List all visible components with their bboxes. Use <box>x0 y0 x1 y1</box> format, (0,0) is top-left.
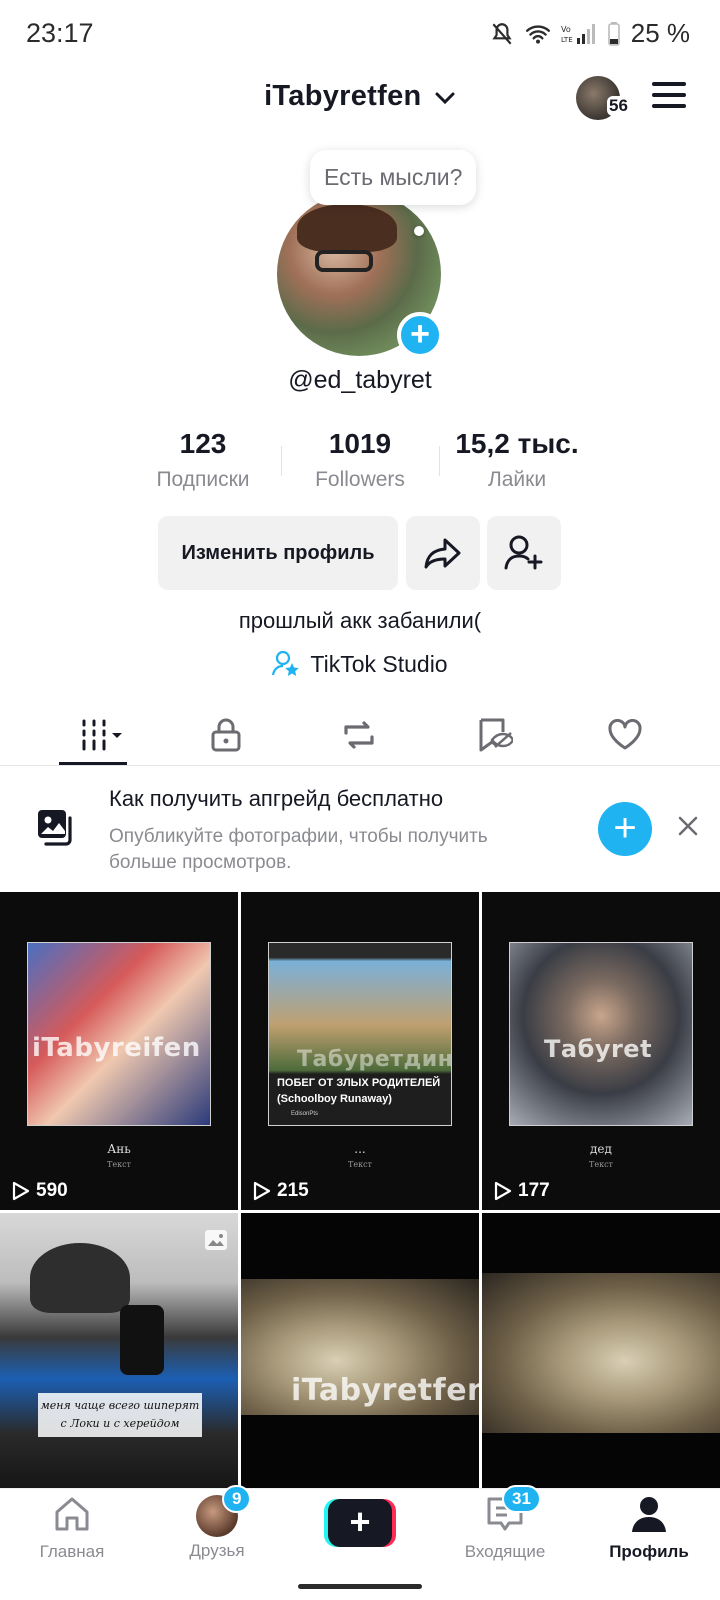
upload-photos-button[interactable]: + <box>598 802 652 856</box>
view-count: 215 <box>253 1180 309 1202</box>
svg-text:Vo: Vo <box>561 25 571 34</box>
heart-icon <box>608 719 642 750</box>
home-indicator <box>298 1584 422 1589</box>
photo-carousel-icon <box>204 1229 228 1256</box>
photo-caption: меня чаще всего шиперят <box>40 1399 200 1412</box>
nav-profile[interactable]: Профиль <box>589 1495 709 1562</box>
studio-icon <box>272 650 300 682</box>
stat-followers[interactable]: 1019 Followers <box>280 428 440 492</box>
wifi-icon <box>525 22 551 46</box>
add-friend-button[interactable] <box>487 516 561 590</box>
play-icon <box>494 1181 512 1201</box>
grid-icon <box>82 719 122 751</box>
video-thumbnail[interactable]: iTabyreifen Ань Текст 590 <box>0 892 238 1210</box>
video-thumbnail[interactable]: iTabyretfen <box>241 1213 479 1489</box>
status-bar: 23:17 Vo LTE 25 % <box>0 0 720 70</box>
menu-icon[interactable] <box>652 82 686 108</box>
photo-thumbnail[interactable]: меня чаще всего шиперят с Локи и с херей… <box>0 1213 238 1489</box>
svg-text:LTE: LTE <box>561 36 573 44</box>
create-button[interactable]: + <box>324 1499 396 1547</box>
banner-subtitle: Опубликуйте фотографии, чтобы получить б… <box>109 826 488 873</box>
tab-reposts[interactable] <box>329 712 389 758</box>
profile-tabs <box>0 702 720 766</box>
battery-icon <box>607 21 621 46</box>
tiktok-studio-link[interactable]: TikTok Studio <box>0 650 720 682</box>
close-icon[interactable] <box>676 814 700 838</box>
lock-icon <box>211 718 241 752</box>
edit-profile-button[interactable]: Изменить профиль <box>158 516 398 590</box>
username-title: iTabyretfen <box>264 80 422 112</box>
nav-home[interactable]: Главная <box>12 1495 132 1562</box>
video-caption: Ань <box>107 1142 131 1156</box>
bookmark-hidden-icon <box>479 718 513 752</box>
add-user-icon <box>504 535 543 570</box>
profile-icon <box>632 1497 666 1532</box>
video-caption: ... <box>354 1142 366 1156</box>
view-count: 177 <box>494 1180 550 1202</box>
tab-liked[interactable] <box>595 712 655 758</box>
tab-private[interactable] <box>196 712 256 758</box>
profile-handle: @ed_tabyret <box>288 366 432 394</box>
upgrade-banner: Как получить апгрейд бесплатно Опубликуй… <box>0 768 720 890</box>
thought-bubble[interactable]: Есть мысли? <box>310 150 477 205</box>
mute-icon <box>489 21 515 47</box>
stat-likes[interactable]: 15,2 тыс. Лайки <box>437 428 597 492</box>
profile-stats: 123 Подписки 1019 Followers 15,2 тыс. Ла… <box>0 428 720 498</box>
share-icon <box>424 538 461 569</box>
banner-title: Как получить апгрейд бесплатно <box>109 786 444 811</box>
battery-percent: 25 % <box>630 18 690 48</box>
play-icon <box>12 1181 30 1201</box>
chevron-down-icon <box>434 81 456 114</box>
home-icon <box>55 1497 89 1531</box>
tab-videos[interactable] <box>64 712 130 758</box>
status-time: 23:17 <box>26 18 94 48</box>
profile-bio: прошлый акк забанили( <box>238 608 482 633</box>
video-caption: дед <box>590 1142 612 1156</box>
video-thumbnail[interactable]: Табyret дед Текст 177 <box>482 892 720 1210</box>
tab-saved[interactable] <box>464 712 524 758</box>
signal-icon: Vo LTE <box>561 22 597 46</box>
story-count: 56 <box>607 96 630 116</box>
nav-friends[interactable]: Друзья <box>157 1495 277 1561</box>
plus-icon: + <box>328 1499 392 1547</box>
inbox-badge: 31 <box>502 1485 541 1513</box>
add-story-button[interactable]: + <box>397 312 443 358</box>
repost-icon <box>344 721 374 749</box>
photos-icon <box>36 808 76 848</box>
video-thumbnail[interactable] <box>482 1213 720 1489</box>
profile-header: iTabyretfen 56 <box>0 70 720 130</box>
video-thumbnail[interactable]: Табуретдин ПОБЕГ ОТ ЗЛЫХ РОДИТЕЛЕЙ (Scho… <box>241 892 479 1210</box>
play-icon <box>253 1181 271 1201</box>
stat-following[interactable]: 123 Подписки <box>123 428 283 492</box>
share-profile-button[interactable] <box>406 516 480 590</box>
view-count: 590 <box>12 1180 68 1202</box>
